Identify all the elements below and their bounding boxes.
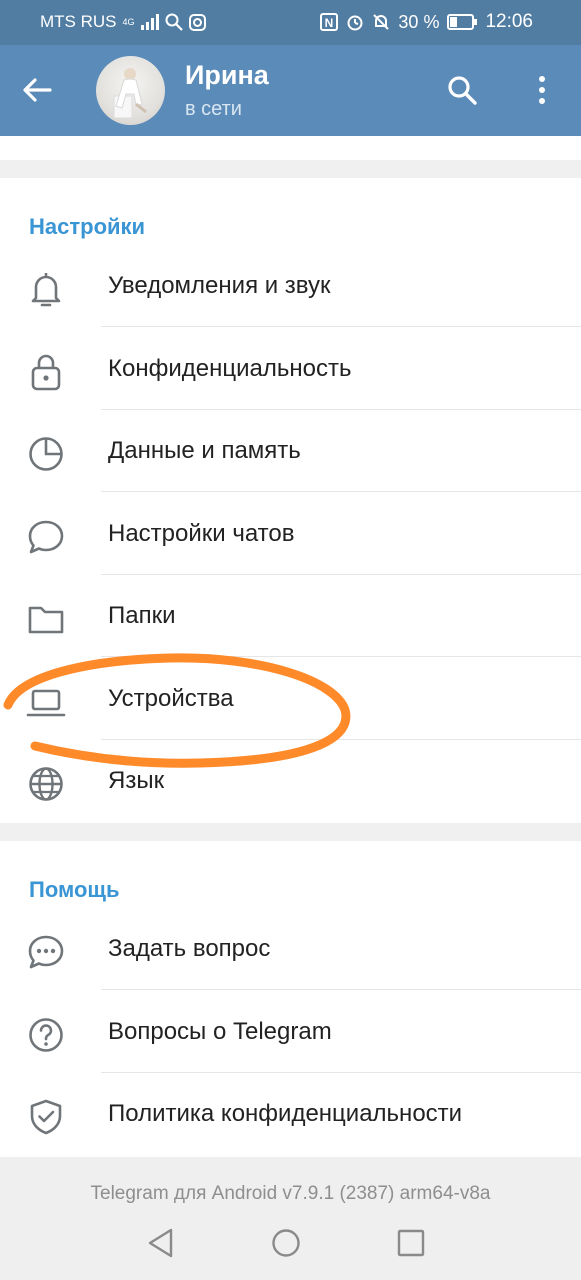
mute-bell-icon	[373, 14, 390, 30]
shield-check-icon	[30, 1099, 62, 1135]
nav-recents-icon[interactable]	[393, 1225, 429, 1261]
help-item-label: Вопросы о Telegram	[108, 1018, 332, 1045]
network-type: 4G	[122, 16, 135, 27]
nav-back-icon[interactable]	[143, 1225, 179, 1261]
previous-section-edge	[0, 136, 581, 161]
settings-item-notifications[interactable]: Уведомления и звук	[0, 245, 581, 327]
back-arrow-icon[interactable]	[20, 73, 54, 107]
nfc-icon: N	[320, 13, 339, 31]
avatar-photo	[113, 68, 147, 119]
settings-item-label: Конфиденциальность	[108, 355, 352, 382]
battery-icon	[447, 14, 478, 30]
question-circle-icon	[29, 1018, 63, 1052]
svg-text:N: N	[325, 16, 334, 30]
divider	[101, 989, 581, 990]
clock: 12:06	[485, 11, 533, 32]
settings-item-label: Уведомления и звук	[108, 272, 331, 299]
search-icon[interactable]	[446, 74, 478, 106]
settings-item-label: Папки	[108, 602, 176, 629]
battery-percent: 30 %	[398, 11, 440, 32]
status-bar: MTS RUS 4G N 30 % 12:06	[0, 0, 581, 45]
settings-item-label: Данные и память	[108, 437, 301, 464]
chat-title: Ирина	[185, 60, 269, 90]
nav-home-icon[interactable]	[268, 1225, 304, 1261]
settings-item-devices[interactable]: Устройства	[0, 658, 581, 740]
section-gap	[0, 823, 581, 841]
signal-icon	[140, 14, 159, 30]
divider	[101, 656, 581, 657]
settings-item-label: Настройки чатов	[108, 520, 295, 547]
chat-bubble-icon	[28, 520, 64, 554]
settings-item-data-storage[interactable]: Данные и память	[0, 410, 581, 492]
globe-icon	[29, 767, 63, 801]
settings-section-title: Настройки	[29, 214, 146, 239]
chat-dots-icon	[28, 935, 64, 969]
help-item-label: Задать вопрос	[108, 935, 271, 962]
more-vert-icon[interactable]	[530, 74, 554, 106]
carrier-label: MTS RUS	[40, 12, 117, 31]
divider	[101, 326, 581, 327]
folder-icon	[28, 606, 64, 634]
instagram-icon	[188, 13, 206, 31]
divider	[101, 491, 581, 492]
avatar[interactable]	[96, 56, 165, 125]
help-item-label: Политика конфиденциальности	[108, 1100, 463, 1127]
bell-icon	[31, 273, 61, 307]
settings-item-language[interactable]: Язык	[0, 740, 581, 822]
help-item-privacy-policy[interactable]: Политика конфиденциальности	[0, 1073, 581, 1155]
status-left: MTS RUS 4G	[40, 12, 206, 32]
settings-section: Настройки Уведомления и звук Конфиденциа…	[0, 178, 581, 823]
online-status: в сети	[185, 98, 242, 120]
settings-item-privacy[interactable]: Конфиденциальность	[0, 328, 581, 410]
app-bar: Ирина в сети	[0, 45, 581, 136]
help-item-ask-question[interactable]: Задать вопрос	[0, 908, 581, 990]
settings-item-chat-settings[interactable]: Настройки чатов	[0, 493, 581, 575]
system-nav-bar	[0, 1205, 581, 1280]
laptop-icon	[26, 689, 66, 717]
help-item-telegram-faq[interactable]: Вопросы о Telegram	[0, 991, 581, 1073]
alarm-icon	[347, 15, 363, 31]
search-status-icon	[165, 13, 183, 31]
help-section-title: Помощь	[29, 877, 120, 902]
section-gap	[0, 160, 581, 178]
help-section: Помощь Задать вопрос Вопросы о Telegram …	[0, 841, 581, 1157]
lock-icon	[31, 354, 61, 391]
status-right: N 30 % 12:06	[320, 11, 533, 33]
app-version: Telegram для Android v7.9.1 (2387) arm64…	[90, 1183, 491, 1204]
settings-item-folders[interactable]: Папки	[0, 575, 581, 657]
settings-item-label: Язык	[108, 767, 165, 794]
pie-chart-icon	[29, 437, 63, 471]
settings-item-label: Устройства	[108, 685, 234, 712]
